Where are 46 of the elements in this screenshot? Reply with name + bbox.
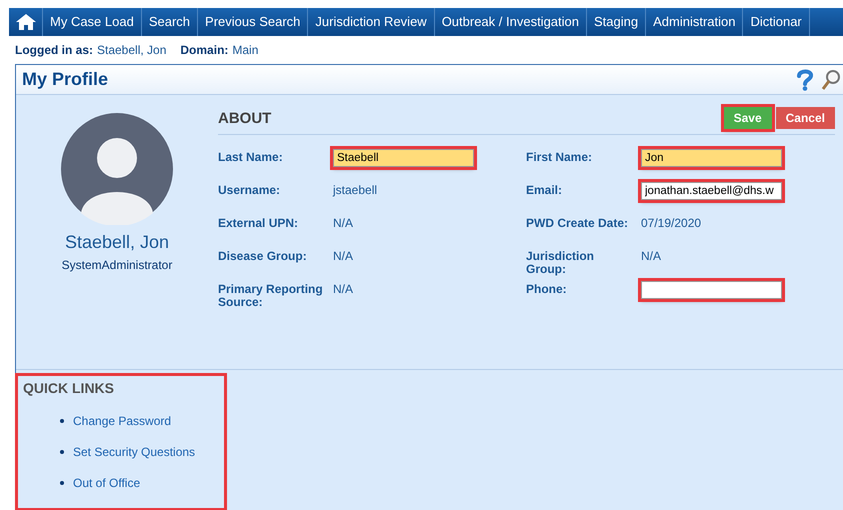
nav-item[interactable]: Dictionar xyxy=(743,8,810,36)
nav-item[interactable]: Previous Search xyxy=(198,8,308,36)
field-value: N/A xyxy=(333,215,354,230)
field-value: N/A xyxy=(333,248,354,263)
bullet-icon xyxy=(60,450,64,454)
login-value: Main xyxy=(232,42,258,59)
nav-item[interactable]: Outbreak / Investigation xyxy=(434,8,587,36)
field-label: Email: xyxy=(526,182,564,197)
field-label: Primary Reporting Source: xyxy=(218,281,324,309)
bullet-icon xyxy=(60,480,64,484)
section-heading: QUICK LINKS xyxy=(22,379,115,398)
field-label: Disease Group: xyxy=(218,248,308,263)
cancel-button[interactable]: Cancel xyxy=(776,106,835,128)
quick-link[interactable]: Set Security Questions xyxy=(73,442,196,460)
quick-link[interactable]: Out of Office xyxy=(73,474,140,492)
field-label: First Name: xyxy=(526,149,594,164)
login-label: Domain: xyxy=(180,42,228,59)
field-label: Phone: xyxy=(526,281,568,296)
field-value: jstaebell xyxy=(333,182,378,197)
section-heading: ABOUT xyxy=(218,109,272,130)
input-field[interactable]: Staebell xyxy=(333,149,474,167)
field-label: Username: xyxy=(218,182,282,197)
input-field[interactable]: jonathan.staebell@dhs.w xyxy=(641,182,782,200)
field-label: PWD Create Date: xyxy=(526,215,630,230)
input-field[interactable]: Jon xyxy=(641,149,782,167)
search-icon[interactable] xyxy=(821,68,841,90)
input-field[interactable] xyxy=(641,281,782,299)
field-label: Jurisdiction Group: xyxy=(526,248,596,276)
help-icon[interactable] xyxy=(795,68,815,90)
field-value: 07/19/2020 xyxy=(641,215,702,230)
nav-item[interactable]: Administration xyxy=(646,8,744,36)
field-value: N/A xyxy=(641,248,662,263)
bullet-icon xyxy=(60,418,64,422)
login-label: Logged in as: xyxy=(15,42,93,59)
page-title: My Profile xyxy=(22,68,108,91)
nav-item[interactable]: My Case Load xyxy=(43,8,142,36)
field-value: N/A xyxy=(333,281,354,296)
profile-role: SystemAdministrator xyxy=(62,257,172,274)
nav-item[interactable]: Jurisdiction Review xyxy=(308,8,435,36)
field-label: Last Name: xyxy=(218,149,284,164)
nav-item[interactable]: Staging xyxy=(587,8,646,36)
profile-name: Staebell, Jon xyxy=(64,231,170,254)
quick-link[interactable]: Change Password xyxy=(73,412,172,430)
login-value: Staebell, Jon xyxy=(97,42,166,59)
field-label: External UPN: xyxy=(218,215,300,230)
nav-item[interactable]: Search xyxy=(142,8,198,36)
